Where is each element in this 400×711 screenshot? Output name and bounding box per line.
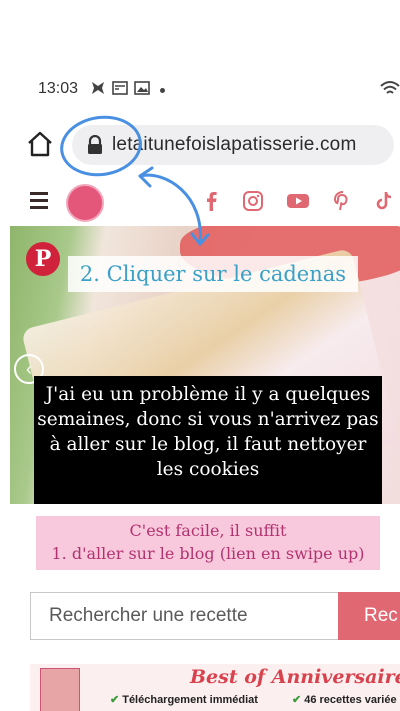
home-icon[interactable] — [26, 130, 54, 158]
story-caption: J'ai eu un problème il y a quelques sema… — [34, 376, 382, 504]
notification-app-icon — [90, 80, 106, 96]
menu-icon[interactable] — [30, 192, 48, 209]
site-logo[interactable] — [66, 184, 104, 222]
status-bar: 13:03 — [0, 74, 400, 104]
search-button[interactable]: Rec — [338, 592, 400, 640]
hero-image: P 2. Cliquer sur le cadenas ‹ J'ai eu un… — [10, 226, 400, 504]
wifi-icon — [380, 81, 400, 94]
gallery-icon — [134, 80, 150, 96]
instagram-icon[interactable] — [242, 190, 264, 212]
youtube-icon[interactable] — [286, 190, 310, 212]
pinterest-save-button[interactable]: P — [26, 242, 60, 276]
web-page: P 2. Cliquer sur le cadenas ‹ J'ai eu un… — [10, 178, 400, 711]
ebook-cover — [40, 668, 80, 711]
more-notifications-dot — [160, 87, 165, 93]
url-text: letaitunefoislapatisserie.com — [112, 134, 357, 155]
banner-title: Best of Anniversaire — [190, 666, 400, 688]
site-header — [10, 178, 400, 226]
status-icons — [90, 80, 165, 96]
check-icon: ✔ — [292, 694, 302, 706]
instruction-line-2: 1. d'aller sur le blog (lien en swipe up… — [51, 544, 365, 563]
search-form: Rec — [30, 592, 400, 640]
ebook-banner[interactable]: Best of Anniversaire ✔ Téléchargement imm… — [30, 664, 400, 711]
instruction-caption: C'est facile, il suffit 1. d'aller sur l… — [36, 516, 380, 570]
step2-annotation: 2. Cliquer sur le cadenas — [68, 256, 358, 292]
check-icon: ✔ — [110, 694, 120, 706]
pinterest-icon[interactable] — [332, 190, 354, 212]
status-time: 13:03 — [38, 80, 79, 97]
banner-feature-1: ✔ Téléchargement immédiat — [110, 694, 258, 706]
news-icon — [112, 80, 128, 96]
search-input[interactable] — [30, 592, 340, 640]
instruction-line-1: C'est facile, il suffit — [129, 521, 287, 540]
facebook-icon[interactable] — [200, 190, 222, 212]
tiktok-icon[interactable] — [374, 190, 396, 212]
banner-feature-2: ✔ 46 recettes variée — [292, 694, 397, 706]
